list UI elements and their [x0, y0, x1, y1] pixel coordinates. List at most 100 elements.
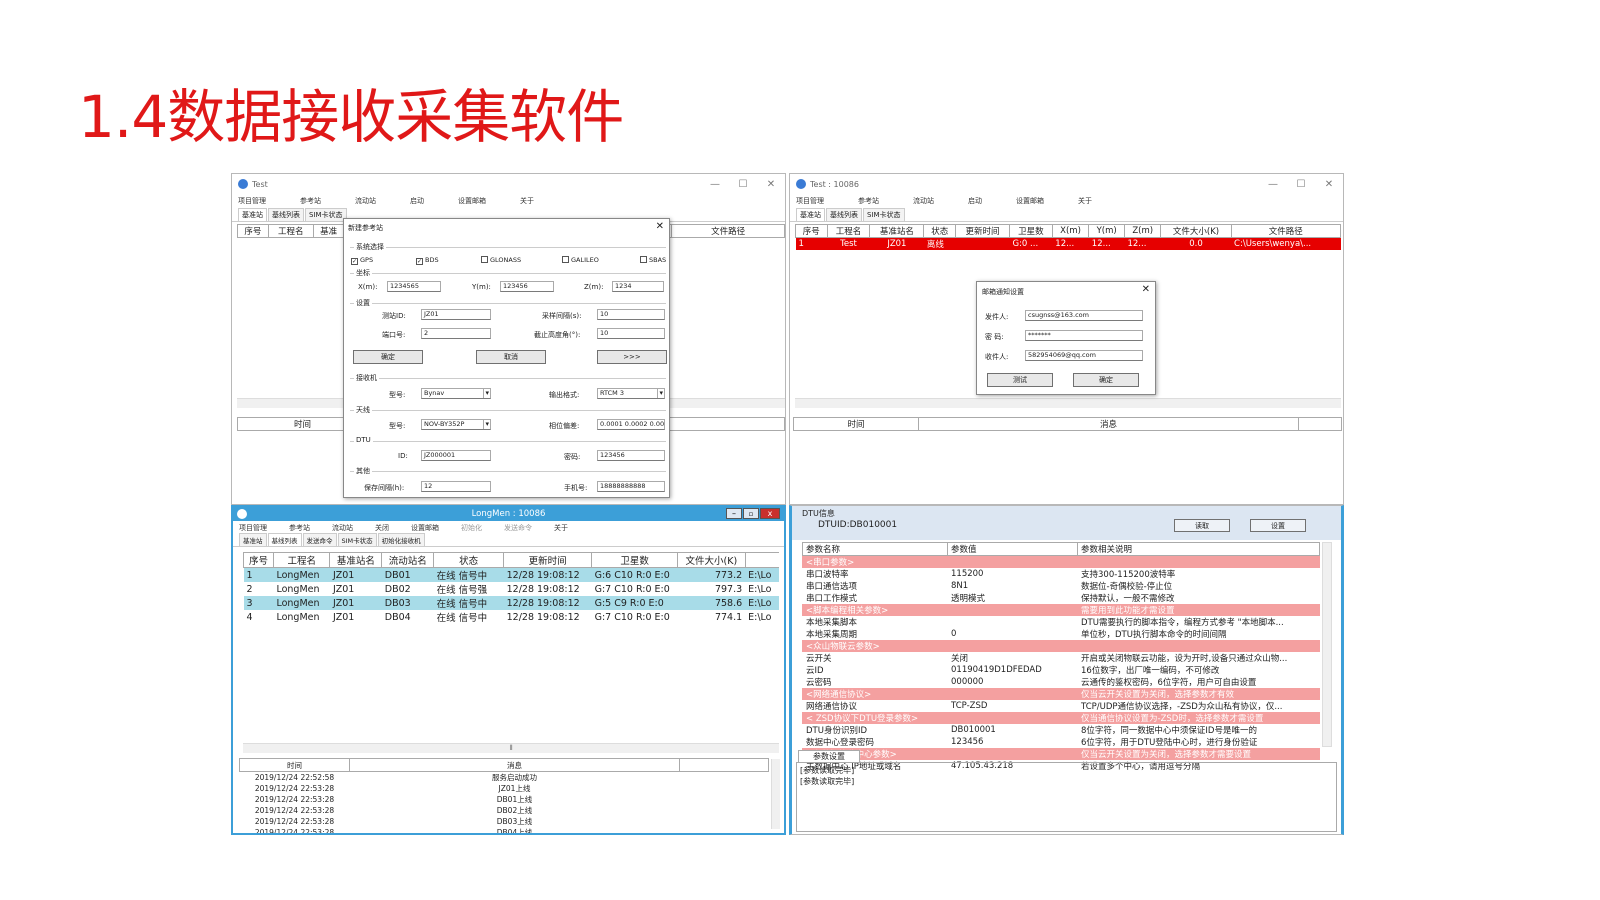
- horizontal-scrollbar[interactable]: [795, 398, 1341, 408]
- glonass-checkbox[interactable]: GLONASS: [481, 256, 521, 264]
- tab[interactable]: SIM卡状态: [863, 208, 905, 221]
- output-format-select[interactable]: RTCM 3: [597, 388, 665, 399]
- column-header[interactable]: 状态: [923, 224, 956, 238]
- tab[interactable]: SIM卡状态: [305, 208, 347, 221]
- tab[interactable]: 基准站: [239, 533, 267, 546]
- close-icon[interactable]: ✕: [757, 179, 785, 190]
- column-header[interactable]: 工程名: [272, 552, 331, 568]
- column-header[interactable]: X(m): [1051, 224, 1090, 238]
- parameter-group-row[interactable]: <串口参数>: [802, 556, 1320, 568]
- bds-checkbox[interactable]: ✓ BDS: [416, 256, 439, 265]
- parameter-row[interactable]: 本地采集脚本 DTU需要执行的脚本指令，编程方式参考 "本地脚本...: [802, 616, 1320, 628]
- tab[interactable]: 初始化接收机: [377, 533, 425, 546]
- table-row[interactable]: 3 LongMen JZ01 DB03 在线 信号中 12/28 19:08:1…: [243, 596, 779, 610]
- tab[interactable]: 基准站: [238, 208, 267, 221]
- column-header[interactable]: 参数值: [947, 542, 1078, 556]
- tab[interactable]: 基线列表: [267, 533, 302, 546]
- menu-item[interactable]: 参考站: [858, 196, 879, 206]
- column-header[interactable]: 卫星数: [591, 552, 679, 568]
- parameter-row[interactable]: 云开关 关闭 开启或关闭物联云功能，设为开时,设备只通过众山物...: [802, 652, 1320, 664]
- column-header[interactable]: 工程名: [267, 224, 314, 238]
- column-header[interactable]: 序号: [243, 552, 274, 568]
- tab[interactable]: 基线列表: [826, 208, 862, 221]
- tab[interactable]: SIM卡状态: [337, 533, 377, 546]
- cancel-button[interactable]: 取消: [476, 350, 546, 364]
- antenna-model-select[interactable]: NOV-BY352P: [421, 419, 491, 430]
- column-header[interactable]: 工程名: [826, 224, 871, 238]
- table-row[interactable]: 4 LongMen JZ01 DB04 在线 信号中 12/28 19:08:1…: [244, 610, 780, 625]
- parameter-row[interactable]: 数据中心登录密码 123456 6位字符，用于DTU登陆中心时，进行身份验证: [802, 736, 1320, 748]
- menu-item[interactable]: 设置邮箱: [458, 196, 486, 206]
- menu-item[interactable]: 流动站: [332, 523, 353, 533]
- menu-item[interactable]: 关于: [1078, 196, 1092, 206]
- column-header[interactable]: 基准站名: [329, 552, 383, 568]
- interval-input[interactable]: 10: [597, 309, 665, 320]
- port-input[interactable]: 2: [421, 328, 491, 339]
- cutoff-input[interactable]: 10: [597, 328, 665, 339]
- column-header[interactable]: 消息: [918, 417, 1299, 431]
- column-header[interactable]: 文件大小(K): [1160, 224, 1232, 238]
- ok-button[interactable]: 确定: [1073, 373, 1139, 387]
- menu-item[interactable]: 启动: [410, 196, 424, 206]
- parameter-group-row[interactable]: <脚本编程相关参数> 需要用到此功能才需设置: [802, 604, 1320, 616]
- dtu-id-input[interactable]: JZ000001: [421, 450, 491, 461]
- z-input[interactable]: 1234: [612, 281, 664, 292]
- galileo-checkbox[interactable]: GALILEO: [562, 256, 599, 264]
- column-header[interactable]: Z(m): [1123, 224, 1162, 238]
- menu-item[interactable]: 设置邮箱: [411, 523, 439, 533]
- column-header[interactable]: 文件大小(K): [677, 552, 746, 568]
- recipient-input[interactable]: 582954069@qq.com: [1025, 350, 1143, 361]
- menu-item[interactable]: 参考站: [289, 523, 310, 533]
- gps-checkbox[interactable]: ✓ GPS: [351, 256, 373, 265]
- test-button[interactable]: 测试: [987, 373, 1053, 387]
- sbas-checkbox[interactable]: SBAS: [640, 256, 666, 264]
- y-input[interactable]: 123456: [500, 281, 554, 292]
- read-button[interactable]: 读取: [1174, 519, 1230, 532]
- ok-button[interactable]: 确定: [353, 350, 423, 364]
- close-icon[interactable]: ✕: [1142, 284, 1150, 295]
- phase-offset-input[interactable]: 0.0001 0.0002 0.000:: [597, 419, 665, 430]
- column-header[interactable]: 时间: [239, 758, 350, 772]
- column-header[interactable]: 更新时间: [955, 224, 1010, 238]
- parameter-row[interactable]: 网络通信协议 TCP-ZSD TCP/UDP通信协议选择，-ZSD为众山私有协议，仅…: [802, 700, 1320, 712]
- parameter-group-row[interactable]: < ZSD协议下DTU登录参数> 仅当通信协议设置为-ZSD时，选择参数才需设置: [802, 712, 1320, 724]
- column-header[interactable]: Y(m): [1088, 224, 1125, 238]
- column-header[interactable]: 消息: [349, 758, 680, 772]
- menu-item[interactable]: 关于: [554, 523, 568, 533]
- parameter-row[interactable]: 云ID 01190419D1DFEDAD 16位数字，出厂唯一编码，不可修改: [802, 664, 1320, 676]
- parameter-group-row[interactable]: <众山物联云参数>: [802, 640, 1320, 652]
- maximize-icon[interactable]: ☐: [729, 179, 757, 190]
- parameter-row[interactable]: 本地采集周期 0 单位秒，DTU执行脚本命令的时间间隔: [802, 628, 1320, 640]
- column-header[interactable]: 参数名称: [802, 542, 948, 556]
- column-header[interactable]: 基准: [312, 224, 345, 238]
- dtu-password-input[interactable]: 123456: [597, 450, 665, 461]
- x-input[interactable]: 1234565: [387, 281, 441, 292]
- tab[interactable]: 发送命令: [302, 533, 337, 546]
- parameter-row[interactable]: 云密码 000000 云通传的鉴权密码，6位字符，用户可自由设置: [802, 676, 1320, 688]
- tab-parameter-settings[interactable]: 参数设置: [798, 750, 860, 762]
- minimize-icon[interactable]: –: [726, 508, 742, 519]
- menu-item[interactable]: 流动站: [355, 196, 376, 206]
- receiver-model-select[interactable]: Bynav: [421, 388, 491, 399]
- maximize-icon[interactable]: ▫: [743, 508, 759, 519]
- menu-item[interactable]: 启动: [968, 196, 982, 206]
- menu-item[interactable]: 初始化: [461, 523, 482, 533]
- maximize-icon[interactable]: ☐: [1287, 179, 1315, 190]
- close-icon[interactable]: ✕: [1315, 179, 1343, 190]
- menu-item[interactable]: 项目管理: [238, 196, 266, 206]
- sender-input[interactable]: csugnss@163.com: [1025, 310, 1143, 321]
- phone-input[interactable]: 18888888888: [597, 481, 665, 492]
- column-header[interactable]: 流动站名: [381, 552, 435, 568]
- table-row[interactable]: 1 Test JZ01 离线 G:0 ... 12... 12... 12...…: [795, 237, 1341, 250]
- menu-item[interactable]: 项目管理: [796, 196, 824, 206]
- menu-item[interactable]: 关闭: [375, 523, 389, 533]
- menu-item[interactable]: 项目管理: [239, 523, 267, 533]
- minimize-icon[interactable]: —: [1259, 179, 1287, 190]
- tab[interactable]: 基线列表: [268, 208, 304, 221]
- vertical-scrollbar[interactable]: [771, 759, 780, 829]
- table-row[interactable]: 1 LongMen JZ01 DB01 在线 信号中 12/28 19:08:1…: [243, 567, 779, 582]
- set-button[interactable]: 设置: [1250, 519, 1306, 532]
- parameter-row[interactable]: DTU身份识别ID DB010001 8位字符，同一数据中心中须保证ID号是唯一的: [802, 724, 1320, 736]
- column-header[interactable]: 文件路径: [671, 224, 785, 238]
- column-header[interactable]: 卫星数: [1008, 224, 1053, 238]
